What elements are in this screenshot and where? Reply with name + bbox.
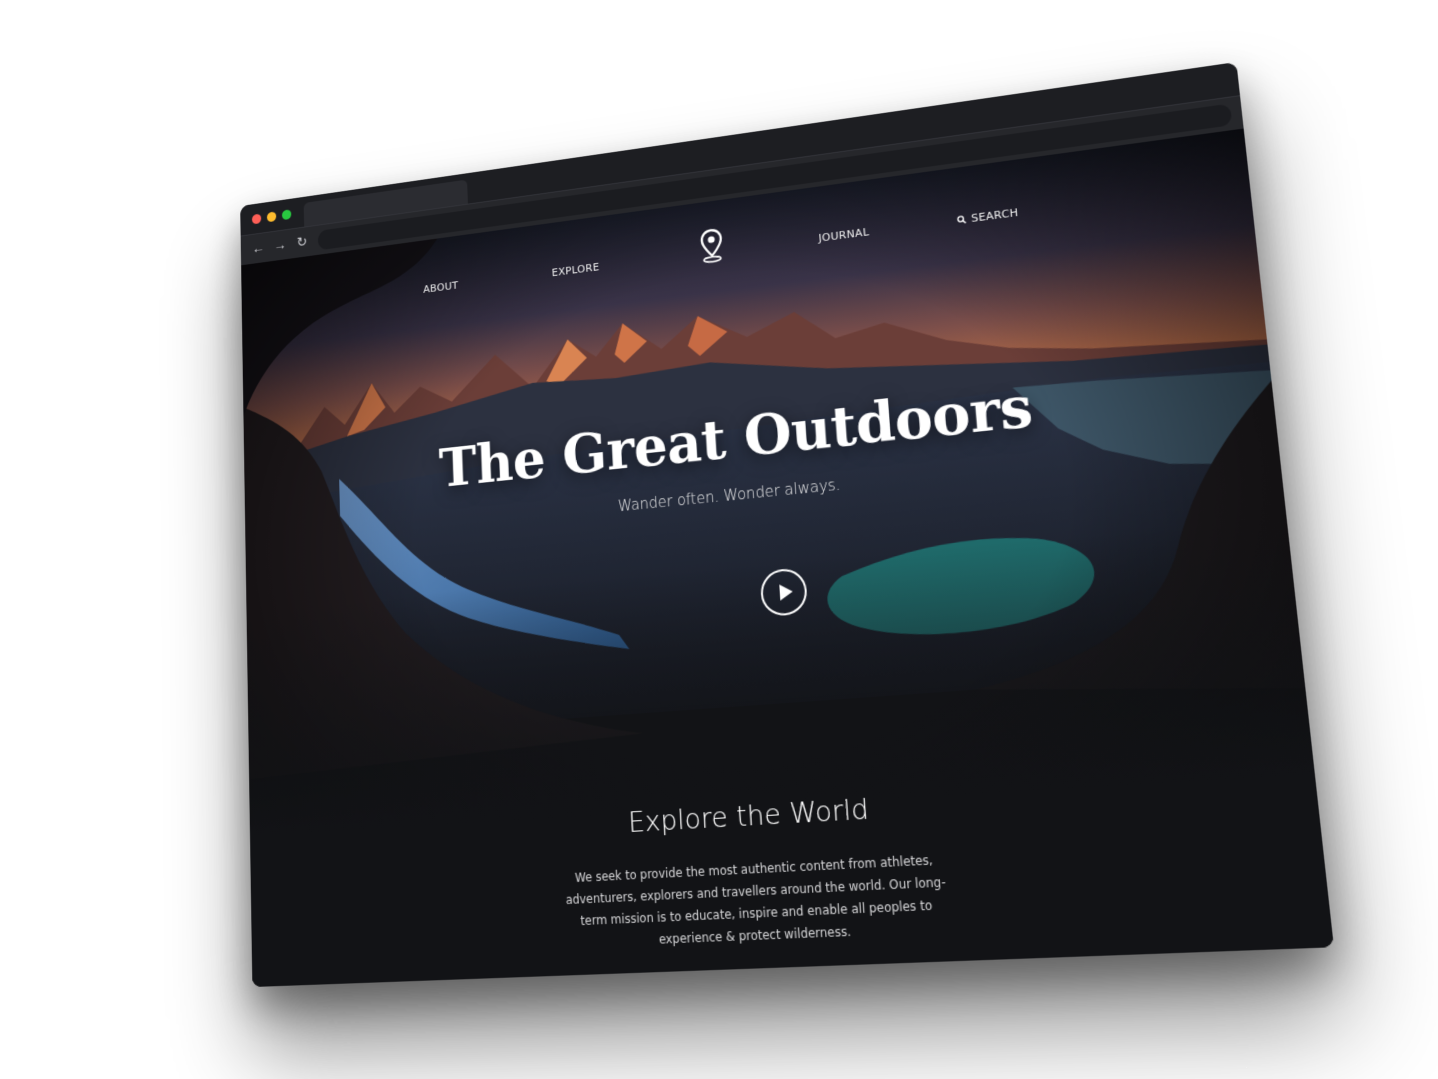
window-controls	[251, 209, 292, 225]
play-icon	[779, 583, 794, 601]
back-arrow-icon[interactable]: ←	[249, 238, 268, 260]
reload-icon[interactable]: ↻	[293, 232, 312, 254]
maximize-window-button[interactable]	[281, 209, 292, 221]
browser-window: ← → ↻ ABOUT EXPLORE JOURNAL SEARCH The G…	[240, 61, 1334, 988]
mockup-stage: ← → ↻ ABOUT EXPLORE JOURNAL SEARCH The G…	[0, 0, 1438, 1079]
map-pin-icon[interactable]	[696, 226, 727, 267]
minimize-window-button[interactable]	[266, 211, 277, 223]
search-icon	[957, 215, 967, 225]
forward-arrow-icon[interactable]: →	[271, 235, 290, 257]
web-page: ABOUT EXPLORE JOURNAL SEARCH The Great O…	[241, 128, 1334, 988]
close-window-button[interactable]	[251, 213, 262, 225]
